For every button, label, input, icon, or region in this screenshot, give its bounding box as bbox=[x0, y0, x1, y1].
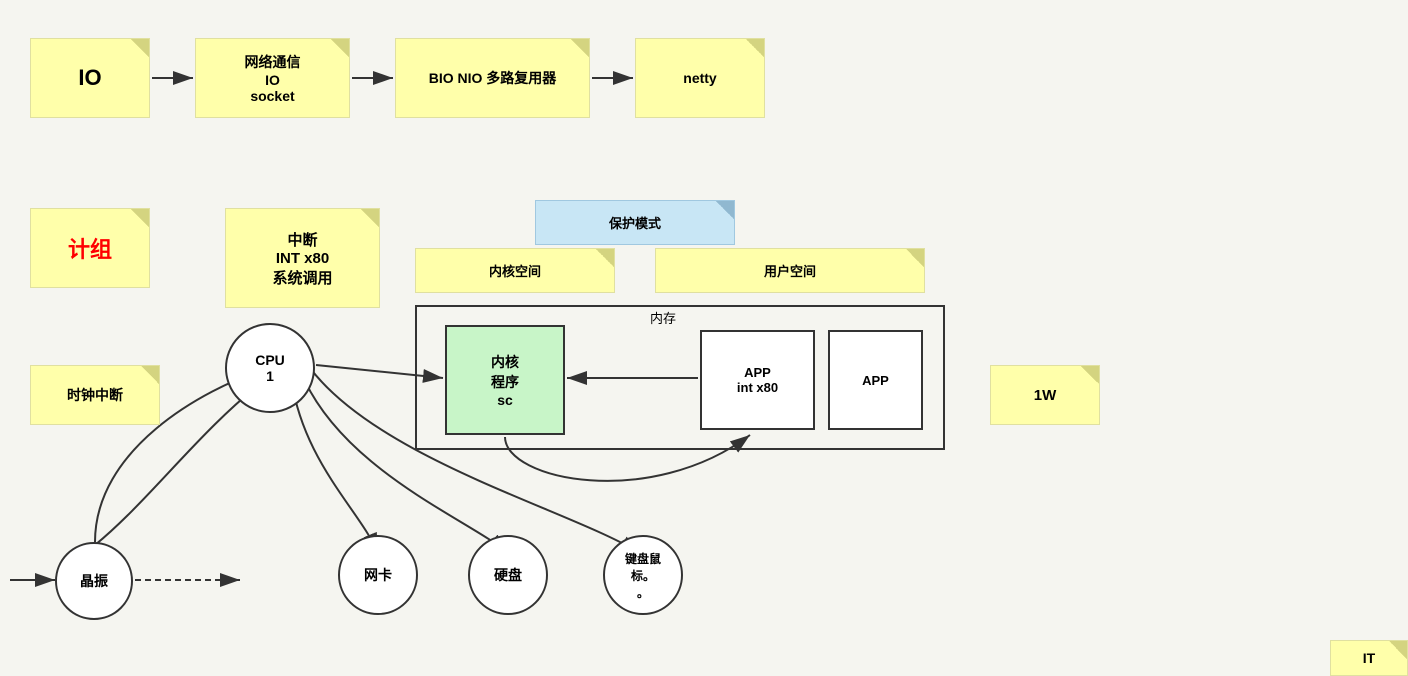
neihe-space-note: 内核空间 bbox=[415, 248, 615, 293]
io-note: IO bbox=[30, 38, 150, 118]
network-note: 网络通信IOsocket bbox=[195, 38, 350, 118]
bottom-note: IT bbox=[1330, 640, 1408, 676]
bio-note: BIO NIO 多路复用器 bbox=[395, 38, 590, 118]
yw-note: 1W bbox=[990, 365, 1100, 425]
app-box: APP bbox=[828, 330, 923, 430]
wangka-circle: 网卡 bbox=[338, 535, 418, 615]
jingzhen-circle: 晶振 bbox=[55, 542, 133, 620]
jizhou-note: 计组 bbox=[30, 208, 150, 288]
yonghu-space-note: 用户空间 bbox=[655, 248, 925, 293]
memory-label: 内存 bbox=[650, 308, 676, 327]
baohushi-note: 保护模式 bbox=[535, 200, 735, 245]
shijhong-note: 时钟中断 bbox=[30, 365, 160, 425]
cpu-circle: CPU1 bbox=[225, 323, 315, 413]
netty-note: netty bbox=[635, 38, 765, 118]
app-intx80-box: APPint x80 bbox=[700, 330, 815, 430]
zhongduan-note: 中断INT x80系统调用 bbox=[225, 208, 380, 308]
kernel-program-box: 内核程序sc bbox=[445, 325, 565, 435]
yingpan-circle: 硬盘 bbox=[468, 535, 548, 615]
jianpan-circle: 键盘鼠标。。 bbox=[603, 535, 683, 615]
